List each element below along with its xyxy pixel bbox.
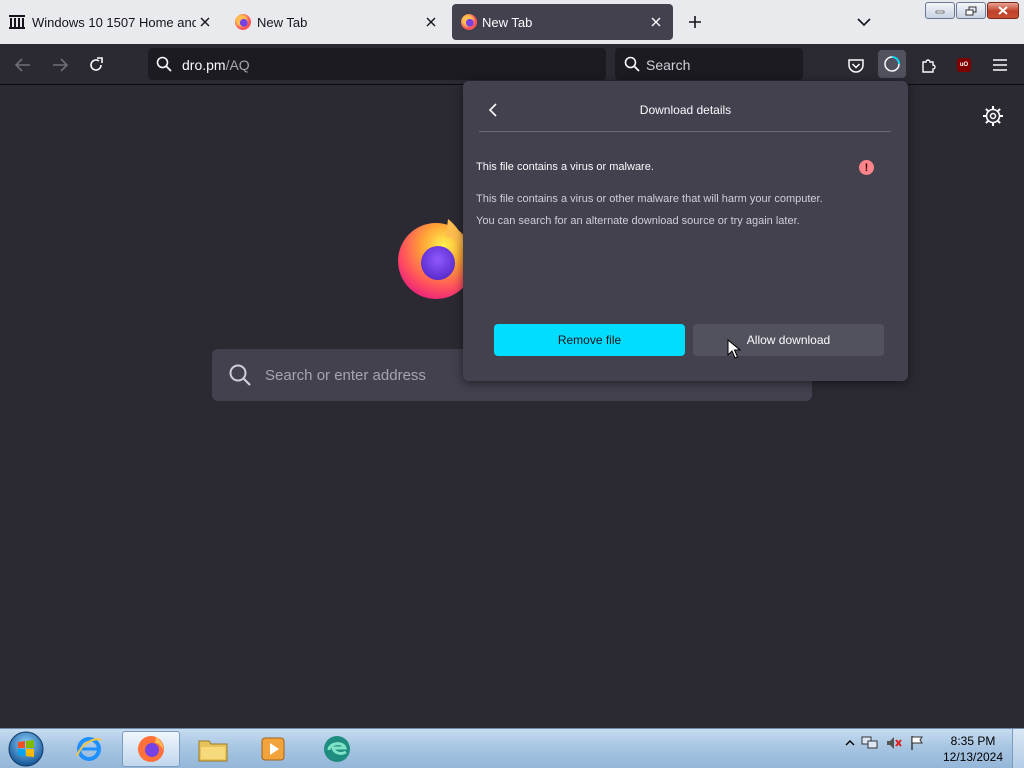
file-explorer-icon xyxy=(198,740,228,762)
internet-explorer-icon xyxy=(76,737,102,761)
search-icon xyxy=(229,364,251,386)
taskbar: 8:35 PM 12/13/2024 xyxy=(0,728,1024,768)
taskbar-clock[interactable]: 8:35 PM 12/13/2024 xyxy=(940,733,1006,765)
show-hidden-icons-icon[interactable] xyxy=(845,738,855,748)
malware-heading: This file contains a virus or malware. xyxy=(476,161,654,173)
panel-title: Download details xyxy=(639,103,732,117)
clock-date: 12/13/2024 xyxy=(942,750,1004,764)
action-center-flag-icon[interactable] xyxy=(909,735,925,751)
close-icon[interactable] xyxy=(422,13,440,31)
search-bar[interactable]: Search xyxy=(615,48,803,80)
clock-time: 8:35 PM xyxy=(950,734,996,748)
address-bar[interactable]: dro.pm/AQ xyxy=(148,48,606,80)
gear-icon[interactable] xyxy=(982,105,1004,127)
downloads-button[interactable] xyxy=(878,50,906,78)
media-player-icon xyxy=(261,737,285,761)
malware-description-line-1: This file contains a virus or other malw… xyxy=(476,193,823,205)
download-progress-icon xyxy=(884,56,900,72)
firefox-icon xyxy=(138,736,164,762)
volume-muted-icon[interactable] xyxy=(885,735,903,751)
taskbar-file-explorer[interactable] xyxy=(184,731,242,767)
back-button[interactable] xyxy=(10,52,36,78)
app-menu-button[interactable] xyxy=(987,52,1013,78)
plus-icon xyxy=(689,16,701,28)
system-tray xyxy=(845,735,925,751)
close-window-button[interactable] xyxy=(987,2,1019,19)
mouse-cursor-icon xyxy=(727,339,741,359)
url-host: dro.pm xyxy=(182,57,226,73)
arrow-right-icon xyxy=(53,58,68,72)
minimize-button[interactable] xyxy=(925,2,955,19)
pocket-icon xyxy=(848,58,864,73)
window-caption-buttons xyxy=(925,2,1019,20)
show-desktop-button[interactable] xyxy=(1012,729,1024,768)
minimize-icon xyxy=(935,10,945,13)
url-text: dro.pm/AQ xyxy=(182,57,250,73)
remove-file-button[interactable]: Remove file xyxy=(494,324,685,356)
firefox-icon xyxy=(235,14,251,30)
museum-icon xyxy=(9,15,25,29)
close-icon[interactable] xyxy=(196,13,214,31)
extensions-button[interactable] xyxy=(916,52,942,78)
tab-label: New Tab xyxy=(482,14,533,30)
malware-description-line-2: You can search for an alternate download… xyxy=(476,215,800,227)
tab-label: New Tab xyxy=(257,14,308,30)
tab-new-tab[interactable]: New Tab xyxy=(226,4,448,40)
reload-icon xyxy=(90,57,103,71)
new-tab-button[interactable] xyxy=(684,11,706,33)
ublock-origin-button[interactable]: uO xyxy=(951,52,977,78)
windows-start-icon[interactable] xyxy=(6,730,46,768)
firefox-icon xyxy=(461,14,477,30)
tab-windows-10[interactable]: Windows 10 1507 Home and Pr xyxy=(0,4,222,40)
allow-download-button[interactable]: Allow download xyxy=(693,324,884,356)
search-icon xyxy=(624,56,640,72)
puzzle-icon xyxy=(922,59,936,73)
list-all-tabs-button[interactable] xyxy=(852,11,876,33)
restore-button[interactable] xyxy=(956,2,986,19)
navigation-toolbar: dro.pm/AQ Search uO xyxy=(0,44,1024,85)
close-icon[interactable] xyxy=(647,13,665,31)
search-icon xyxy=(156,56,172,72)
pocket-button[interactable] xyxy=(843,52,869,78)
warning-icon: ! xyxy=(859,160,874,175)
tab-label: Windows 10 1507 Home and Pr xyxy=(32,14,196,30)
close-icon xyxy=(998,6,1008,15)
restore-icon xyxy=(965,6,977,15)
taskbar-firefox[interactable] xyxy=(122,731,180,767)
download-details-panel: Download details This file contains a vi… xyxy=(463,81,908,381)
ublock-icon: uO xyxy=(957,58,971,72)
tab-new-tab-active[interactable]: New Tab xyxy=(452,4,673,40)
taskbar-internet-explorer[interactable] xyxy=(60,731,118,767)
chevron-down-icon xyxy=(857,18,871,27)
url-path: /AQ xyxy=(225,57,250,73)
hamburger-menu-icon xyxy=(993,59,1007,71)
taskbar-media-player[interactable] xyxy=(244,731,302,767)
tab-strip: Windows 10 1507 Home and Pr New Tab New … xyxy=(0,0,1024,44)
arrow-left-icon xyxy=(15,58,30,72)
taskbar-edge[interactable] xyxy=(308,731,366,767)
forward-button[interactable] xyxy=(47,52,73,78)
newtab-search-placeholder: Search or enter address xyxy=(265,367,426,384)
divider xyxy=(479,131,891,132)
search-placeholder: Search xyxy=(646,57,691,73)
edge-legacy-icon xyxy=(324,736,350,762)
network-icon[interactable] xyxy=(861,735,879,751)
reload-button[interactable] xyxy=(83,52,109,78)
